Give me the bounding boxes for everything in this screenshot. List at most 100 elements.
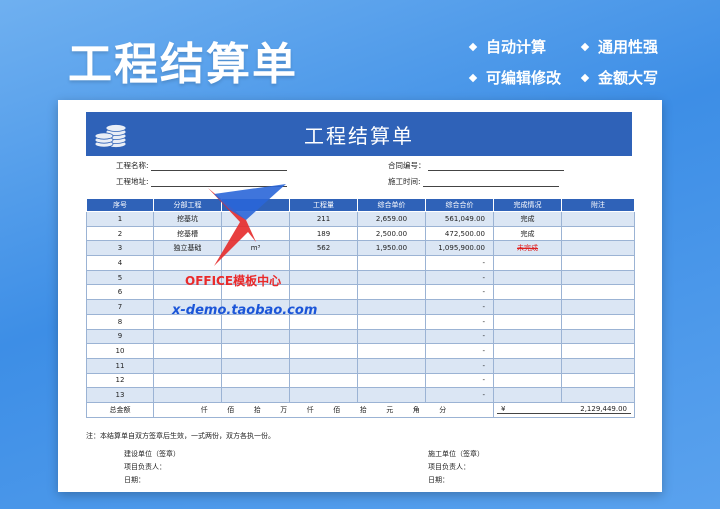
table-cell[interactable]: -: [425, 343, 494, 359]
table-cell[interactable]: [493, 269, 562, 286]
table-cell[interactable]: [493, 313, 562, 330]
table-cell[interactable]: [289, 269, 358, 286]
table-cell[interactable]: [493, 328, 562, 345]
table-cell[interactable]: [493, 343, 562, 359]
table-cell[interactable]: m³: [221, 240, 290, 257]
table-cell[interactable]: 189: [289, 225, 358, 242]
table-cell[interactable]: [153, 372, 222, 389]
table-cell[interactable]: [357, 343, 426, 359]
table-cell[interactable]: -: [425, 328, 494, 345]
table-cell[interactable]: [221, 225, 290, 242]
table-cell[interactable]: [493, 284, 562, 301]
table-cell[interactable]: [561, 343, 635, 359]
contract-no-line[interactable]: [427, 163, 564, 171]
table-cell[interactable]: 2,659.00: [357, 211, 426, 227]
table-cell[interactable]: [289, 372, 358, 389]
project-address-line[interactable]: [150, 179, 287, 187]
table-cell[interactable]: 3: [86, 240, 154, 257]
table-cell[interactable]: [153, 328, 222, 345]
table-cell[interactable]: [493, 299, 562, 315]
table-cell[interactable]: 8: [86, 313, 154, 330]
table-cell[interactable]: 1,950.00: [357, 240, 426, 257]
table-cell[interactable]: -: [425, 313, 494, 330]
table-cell[interactable]: [561, 299, 635, 315]
table-cell[interactable]: [289, 357, 358, 374]
table-cell[interactable]: [493, 357, 562, 374]
construction-time-line[interactable]: [422, 179, 559, 187]
table-cell[interactable]: [289, 343, 358, 359]
table-cell[interactable]: [221, 357, 290, 374]
table-cell[interactable]: [561, 284, 635, 301]
table-cell[interactable]: [289, 255, 358, 271]
table-cell[interactable]: [289, 328, 358, 345]
table-cell[interactable]: [561, 269, 635, 286]
table-cell[interactable]: 11: [86, 357, 154, 374]
table-cell[interactable]: [153, 357, 222, 374]
table-cell[interactable]: -: [425, 387, 494, 403]
table-cell[interactable]: 472,500.00: [425, 225, 494, 242]
table-cell[interactable]: 10: [86, 343, 154, 359]
table-cell[interactable]: [221, 343, 290, 359]
table-cell[interactable]: 完成: [493, 225, 562, 242]
table-cell[interactable]: 2,500.00: [357, 225, 426, 242]
table-cell[interactable]: [561, 211, 635, 227]
table-cell[interactable]: [561, 313, 635, 330]
table-cell[interactable]: 挖基槽: [153, 225, 222, 242]
table-cell[interactable]: [221, 211, 290, 227]
table-cell[interactable]: 562: [289, 240, 358, 257]
table-cell[interactable]: 5: [86, 269, 154, 286]
table-cell[interactable]: [153, 255, 222, 271]
table-cell[interactable]: -: [425, 372, 494, 389]
table-cell[interactable]: [289, 284, 358, 301]
table-cell[interactable]: [561, 240, 635, 257]
table-cell[interactable]: [289, 387, 358, 403]
table-cell[interactable]: 12: [86, 372, 154, 389]
table-cell[interactable]: [221, 387, 290, 403]
table-cell[interactable]: [561, 357, 635, 374]
table-cell[interactable]: [357, 299, 426, 315]
table-cell[interactable]: 561,049.00: [425, 211, 494, 227]
table-cell[interactable]: 211: [289, 211, 358, 227]
table-cell[interactable]: [357, 387, 426, 403]
table-cell[interactable]: [357, 328, 426, 345]
table-cell[interactable]: 1,095,900.00: [425, 240, 494, 257]
feature-item: 通用性强: [580, 36, 686, 57]
table-cell[interactable]: 9: [86, 328, 154, 345]
table-cell[interactable]: [493, 387, 562, 403]
table-cell[interactable]: [561, 225, 635, 242]
table-cell[interactable]: 独立基础: [153, 240, 222, 257]
table-cell[interactable]: [153, 343, 222, 359]
table-cell[interactable]: 13: [86, 387, 154, 403]
table-cell[interactable]: [357, 269, 426, 286]
table-cell[interactable]: [561, 372, 635, 389]
table-cell[interactable]: [357, 255, 426, 271]
table-cell[interactable]: 4: [86, 255, 154, 271]
table-cell[interactable]: -: [425, 299, 494, 315]
project-name-line[interactable]: [150, 163, 287, 171]
feature-list: 自动计算 通用性强 可编辑修改 金额大写: [468, 36, 710, 88]
table-cell[interactable]: [561, 255, 635, 271]
table-cell[interactable]: [357, 313, 426, 330]
table-cell[interactable]: [493, 372, 562, 389]
table-cell[interactable]: 完成: [493, 211, 562, 227]
table-cell[interactable]: [221, 328, 290, 345]
table-cell[interactable]: -: [425, 284, 494, 301]
table-cell[interactable]: [561, 328, 635, 345]
table-cell[interactable]: [221, 255, 290, 271]
table-cell[interactable]: [561, 387, 635, 403]
table-cell[interactable]: [357, 357, 426, 374]
table-cell[interactable]: -: [425, 357, 494, 374]
table-cell[interactable]: 未完成: [493, 240, 562, 257]
table-cell[interactable]: -: [425, 255, 494, 271]
table-cell[interactable]: [493, 255, 562, 271]
table-cell[interactable]: 7: [86, 299, 154, 315]
table-cell[interactable]: -: [425, 269, 494, 286]
table-cell[interactable]: [357, 284, 426, 301]
table-cell[interactable]: [153, 387, 222, 403]
table-cell[interactable]: 1: [86, 211, 154, 227]
table-cell[interactable]: [357, 372, 426, 389]
table-cell[interactable]: 2: [86, 225, 154, 242]
table-cell[interactable]: [221, 372, 290, 389]
table-cell[interactable]: 挖基坑: [153, 211, 222, 227]
table-cell[interactable]: 6: [86, 284, 154, 301]
